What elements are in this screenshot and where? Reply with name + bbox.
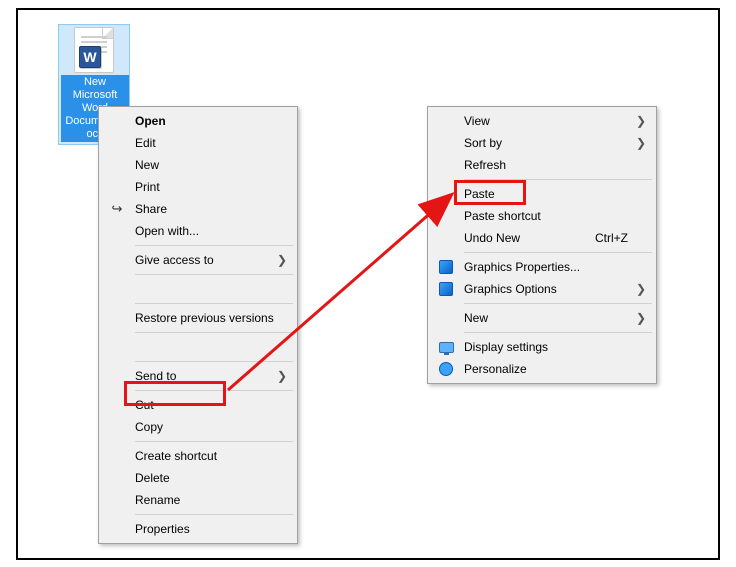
shortcut-label: Ctrl+Z xyxy=(595,231,628,245)
separator xyxy=(135,332,293,333)
graphics-icon xyxy=(438,259,454,275)
menu-refresh[interactable]: Refresh xyxy=(430,154,654,176)
separator xyxy=(464,252,652,253)
menu-edit[interactable]: Edit xyxy=(101,132,295,154)
chevron-right-icon: ❯ xyxy=(277,253,287,267)
chevron-right-icon: ❯ xyxy=(636,114,646,128)
chevron-right-icon: ❯ xyxy=(277,369,287,383)
menu-personalize[interactable]: Personalize xyxy=(430,358,654,380)
menu-copy[interactable]: Copy xyxy=(101,416,295,438)
share-icon: ↪ xyxy=(109,201,125,217)
separator xyxy=(135,390,293,391)
separator xyxy=(464,179,652,180)
chevron-right-icon: ❯ xyxy=(636,282,646,296)
personalize-icon xyxy=(438,361,454,377)
menu-view[interactable]: View ❯ xyxy=(430,110,654,132)
blank-row xyxy=(101,336,295,358)
menu-create-shortcut[interactable]: Create shortcut xyxy=(101,445,295,467)
menu-properties[interactable]: Properties xyxy=(101,518,295,540)
separator xyxy=(135,514,293,515)
menu-share[interactable]: ↪ Share xyxy=(101,198,295,220)
chevron-right-icon: ❯ xyxy=(636,136,646,150)
menu-display-settings[interactable]: Display settings xyxy=(430,336,654,358)
menu-paste-shortcut[interactable]: Paste shortcut xyxy=(430,205,654,227)
menu-graphics-properties[interactable]: Graphics Properties... xyxy=(430,256,654,278)
menu-send-to[interactable]: Send to ❯ xyxy=(101,365,295,387)
menu-undo-new[interactable]: Undo New Ctrl+Z xyxy=(430,227,654,249)
menu-restore-versions[interactable]: Restore previous versions xyxy=(101,307,295,329)
menu-graphics-options[interactable]: Graphics Options ❯ xyxy=(430,278,654,300)
separator xyxy=(135,441,293,442)
file-context-menu: Open Edit New Print ↪ Share Open with...… xyxy=(98,106,298,544)
menu-open-with[interactable]: Open with... xyxy=(101,220,295,242)
chevron-right-icon: ❯ xyxy=(636,311,646,325)
menu-new[interactable]: New ❯ xyxy=(430,307,654,329)
separator xyxy=(464,332,652,333)
menu-delete[interactable]: Delete xyxy=(101,467,295,489)
menu-print[interactable]: Print xyxy=(101,176,295,198)
menu-new[interactable]: New xyxy=(101,154,295,176)
graphics-icon xyxy=(438,281,454,297)
menu-paste[interactable]: Paste xyxy=(430,183,654,205)
word-badge-icon: W xyxy=(79,46,101,68)
menu-rename[interactable]: Rename xyxy=(101,489,295,511)
separator xyxy=(135,245,293,246)
menu-open[interactable]: Open xyxy=(101,110,295,132)
separator xyxy=(135,361,293,362)
word-document-icon: W xyxy=(74,27,114,73)
menu-give-access[interactable]: Give access to ❯ xyxy=(101,249,295,271)
desktop-context-menu: View ❯ Sort by ❯ Refresh Paste Paste sho… xyxy=(427,106,657,384)
blank-row xyxy=(101,278,295,300)
menu-cut[interactable]: Cut xyxy=(101,394,295,416)
separator xyxy=(464,303,652,304)
menu-sort-by[interactable]: Sort by ❯ xyxy=(430,132,654,154)
separator xyxy=(135,303,293,304)
separator xyxy=(135,274,293,275)
monitor-icon xyxy=(438,339,454,355)
